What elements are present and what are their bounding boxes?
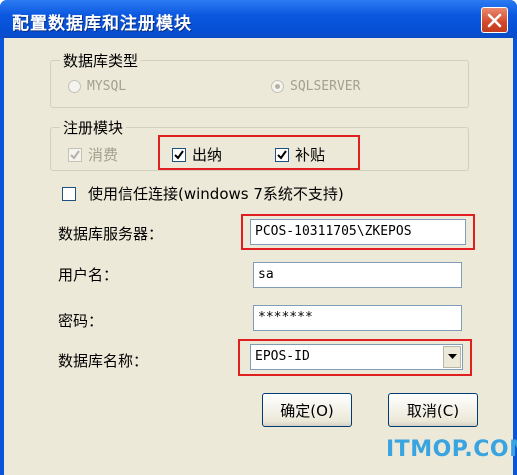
server-input[interactable]: PCOS-10311705\ZKEPOS (250, 219, 466, 245)
server-label: 数据库服务器： (58, 225, 164, 243)
dialog-window: 配置数据库和注册模块 数据库类型 MYSQL SQLSERVER 注册模块 消费 (0, 0, 517, 475)
db-type-legend: 数据库类型 (60, 50, 142, 71)
user-label: 用户名： (58, 266, 119, 284)
module-chuna-box (172, 147, 186, 162)
dbname-value: EPOS-ID (255, 349, 310, 364)
ok-button[interactable]: 确定(O) (262, 393, 352, 427)
cancel-button[interactable]: 取消(C) (388, 393, 478, 427)
dbname-select[interactable]: EPOS-ID (250, 344, 463, 370)
radio-mysql-label: MYSQL (87, 79, 127, 94)
password-input[interactable]: ******* (253, 305, 462, 331)
close-button[interactable] (481, 7, 508, 33)
chevron-down-icon (447, 354, 457, 359)
module-butie-checkbox[interactable]: 补贴 (275, 144, 325, 165)
trust-connection-box (62, 186, 76, 201)
radio-mysql[interactable]: MYSQL (68, 79, 126, 94)
checkmark-icon (70, 149, 80, 160)
title-bar[interactable]: 配置数据库和注册模块 (0, 0, 517, 38)
window-title: 配置数据库和注册模块 (12, 14, 192, 34)
watermark: ITMOP.COM (386, 437, 517, 462)
close-icon (487, 13, 502, 27)
module-xiaofei-label: 消费 (88, 146, 119, 164)
user-input[interactable]: sa (253, 262, 462, 288)
dbname-label: 数据库名称： (58, 352, 149, 370)
radio-mysql-circle (68, 80, 81, 93)
password-label: 密码： (58, 312, 104, 330)
module-chuna-label: 出纳 (192, 146, 223, 164)
trust-connection-label: 使用信任连接(windows 7系统不支持) (88, 185, 344, 203)
modules-legend: 注册模块 (60, 117, 127, 138)
module-butie-box (275, 147, 289, 162)
module-xiaofei-checkbox: 消费 (68, 144, 118, 165)
radio-sqlserver-circle (271, 80, 284, 93)
module-butie-label: 补贴 (295, 146, 326, 164)
radio-sqlserver[interactable]: SQLSERVER (271, 79, 360, 94)
radio-sqlserver-label: SQLSERVER (290, 79, 361, 94)
module-xiaofei-box (68, 147, 82, 162)
checkmark-icon (174, 149, 184, 160)
trust-connection-checkbox[interactable]: 使用信任连接(windows 7系统不支持) (62, 183, 344, 204)
dropdown-arrow[interactable] (443, 346, 461, 368)
dialog-body: 数据库类型 MYSQL SQLSERVER 注册模块 消费 出纳 补贴 使用信任… (4, 38, 513, 475)
module-chuna-checkbox[interactable]: 出纳 (172, 144, 222, 165)
checkmark-icon (277, 149, 287, 160)
